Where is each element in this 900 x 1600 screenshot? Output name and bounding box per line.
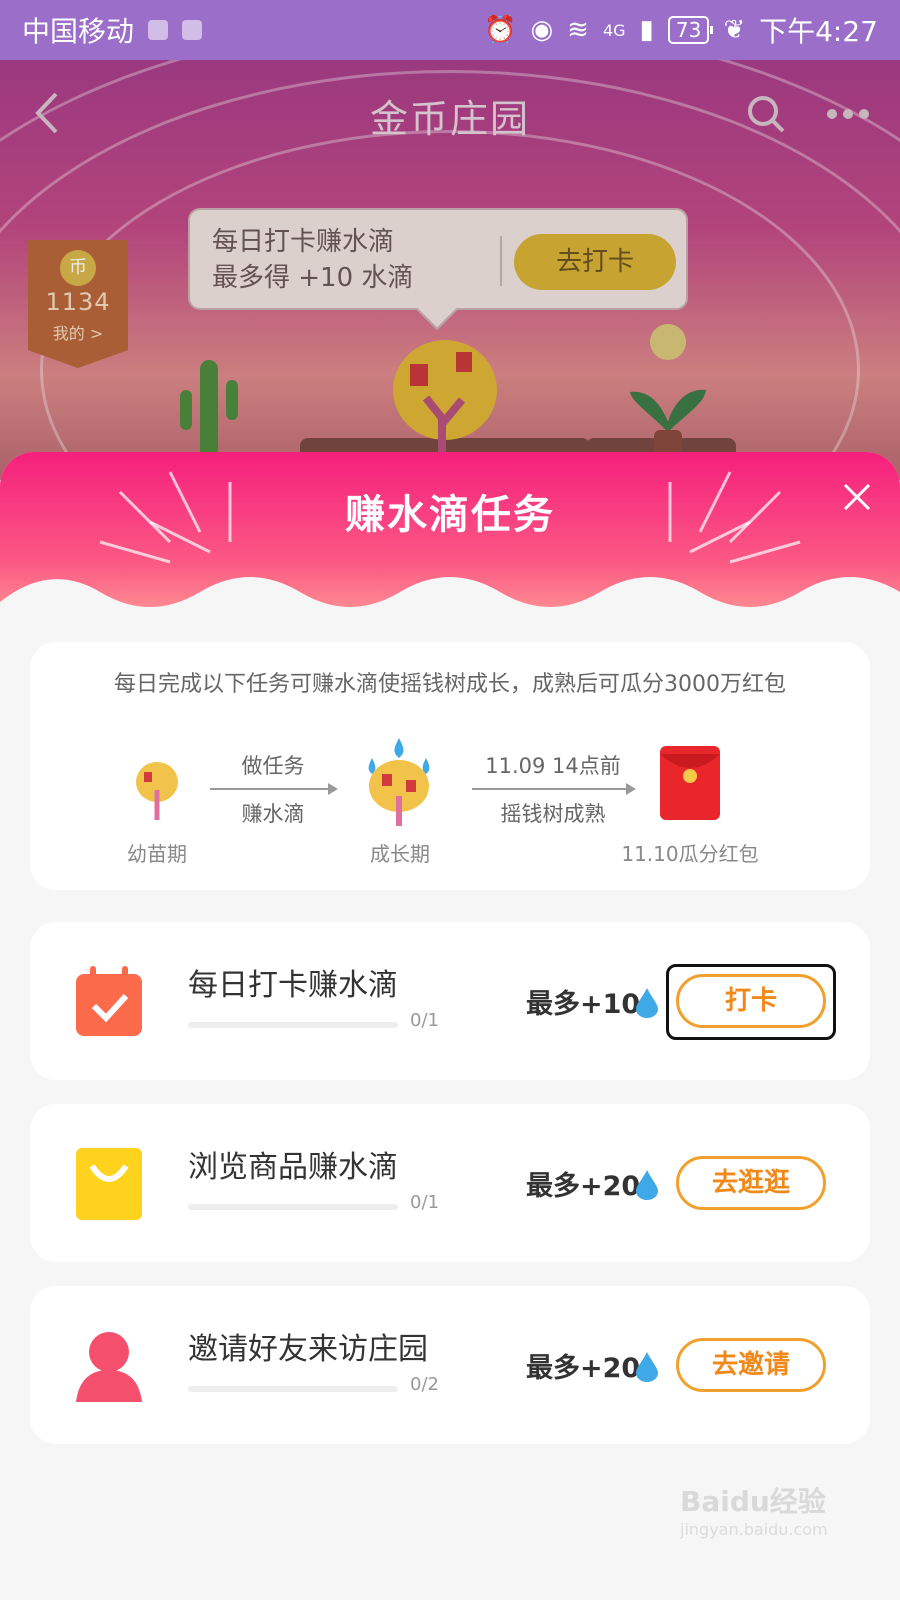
invite-button[interactable]: 去邀请 [676,1338,826,1392]
arrow-bottom-label: 摇钱树成熟 [500,802,606,826]
carrier-label: 中国移动 [22,15,135,48]
shopping-bag-icon [76,1148,142,1220]
progress-bar [188,1386,398,1392]
task-reward: 最多+10 [526,989,641,1020]
task-name: 邀请好友来访庄园 [188,1332,428,1367]
task-description: 每日完成以下任务可赚水滴使摇钱树成长，成熟后可瓜分3000万红包 [114,672,786,697]
status-bar: 中国移动 ⏰ ◉ ≋ 4G ▮ 73 ❦ 下午4:27 [0,0,900,60]
task-name: 浏览商品赚水滴 [188,1150,398,1185]
watermark-url: jingyan.baidu.com [680,1520,828,1539]
process-arrow: 11.09 14点前 摇钱树成熟 [472,750,636,828]
stage-label: 幼苗期 [127,842,187,866]
progress-bar [188,1022,398,1028]
leaf-icon: ❦ [723,15,746,45]
task-card-invite: 邀请好友来访庄园 0/2 最多+20 去邀请 [30,1286,870,1444]
eye-icon: ◉ [530,15,554,45]
progress-bar [188,1204,398,1210]
task-reward: 最多+20 [526,1353,641,1384]
water-drop-icon [636,1170,658,1200]
time-label: 下午4:27 [759,15,878,48]
stage-label: 11.10瓜分红包 [621,842,759,866]
water-drop-icon [636,988,658,1018]
task-progress: 0/1 [410,1010,439,1031]
network-label: 4G [602,20,626,40]
notification-icon [182,20,203,40]
panel-title: 赚水滴任务 [345,492,555,538]
task-reward: 最多+20 [526,1171,641,1202]
task-progress: 0/1 [410,1192,439,1213]
panel-header: 赚水滴任务 [0,452,900,622]
wave-decoration [0,577,900,622]
calendar-check-icon [76,966,142,1036]
task-panel: 赚水滴任务 每日完成以下任务可赚水滴使摇钱树成长，成熟后可瓜分3000万红包 幼… [0,452,900,1600]
growth-info-card: 每日完成以下任务可赚水滴使摇钱树成长，成熟后可瓜分3000万红包 幼苗期 做任务… [30,642,870,890]
watermark-logo: Baidu经验 [680,1485,826,1518]
farm-scene: 金币庄园 币 1134 我的 > 每日打卡赚水滴 最多得 +10 水滴 去打卡 [0,60,900,480]
arrow-top-label: 做任务 [241,754,305,778]
seedling-tree-icon [136,762,178,820]
arrow-top-label: 11.09 14点前 [485,754,621,778]
task-card-browse: 浏览商品赚水滴 0/1 最多+20 去逛逛 [30,1104,870,1262]
stage-label: 成长期 [370,842,430,866]
process-arrow: 做任务 赚水滴 [210,750,338,828]
notification-icon [148,20,169,40]
arrow-bottom-label: 赚水滴 [241,802,305,826]
battery-icon: 73 [667,16,714,44]
growing-tree-icon [368,738,430,826]
signal-icon: ▮ [639,15,654,45]
task-card-checkin: 每日打卡赚水滴 0/1 最多+10 打卡 [30,922,870,1080]
close-icon[interactable] [842,482,872,512]
user-icon [76,1332,142,1402]
water-drop-icon [636,1352,658,1382]
alarm-icon: ⏰ [484,15,517,45]
browse-button[interactable]: 去逛逛 [676,1156,826,1210]
task-name: 每日打卡赚水滴 [188,968,398,1003]
wifi-icon: ≋ [567,15,589,45]
red-envelope-icon [660,746,720,820]
task-progress: 0/2 [410,1374,439,1395]
checkin-button[interactable]: 打卡 [676,974,826,1028]
